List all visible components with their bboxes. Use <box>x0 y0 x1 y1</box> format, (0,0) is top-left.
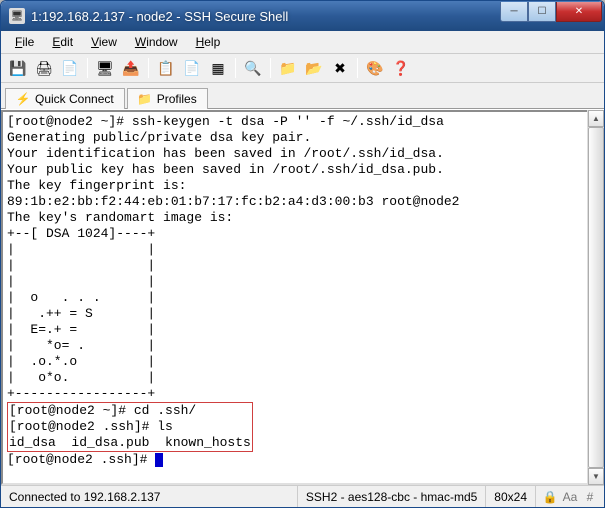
scroll-thumb[interactable] <box>588 127 604 468</box>
toolbar: 💾 🖨 📄 🖥 📤 📋 📄 ▦ 🔍 📁 📂 ✖ 🎨 ❓ <box>1 54 604 83</box>
scroll-down-button[interactable]: ▼ <box>588 468 604 485</box>
colors-icon[interactable]: 🎨 <box>364 57 386 79</box>
separator <box>235 58 236 78</box>
window-title: 1:192.168.2.137 - node2 - SSH Secure She… <box>31 9 500 24</box>
terminal[interactable]: [root@node2 ~]# ssh-keygen -t dsa -P '' … <box>1 110 587 485</box>
scroll-up-button[interactable]: ▲ <box>588 110 604 127</box>
help-icon[interactable]: ❓ <box>390 57 412 79</box>
close-button[interactable]: ✕ <box>556 2 602 22</box>
cursor <box>155 453 163 467</box>
status-icons: 🔒 Aa # <box>536 489 604 505</box>
status-lock-icon: 🔒 <box>542 489 558 505</box>
folder2-icon[interactable]: 📂 <box>303 57 325 79</box>
folder1-icon[interactable]: 📁 <box>277 57 299 79</box>
separator <box>148 58 149 78</box>
menu-edit[interactable]: Edit <box>44 33 81 51</box>
menu-view[interactable]: View <box>83 33 125 51</box>
profiles-icon: 📁 <box>138 92 152 106</box>
separator <box>87 58 88 78</box>
copy-icon[interactable]: 📋 <box>155 57 177 79</box>
terminal-prompt: [root@node2 .ssh]# <box>7 452 155 467</box>
statusbar: Connected to 192.168.2.137 SSH2 - aes128… <box>1 485 604 507</box>
quick-connect-icon: ⚡ <box>16 92 30 106</box>
printview-icon[interactable]: 📄 <box>59 57 81 79</box>
quick-connect-label: Quick Connect <box>35 92 114 106</box>
status-size: 80x24 <box>486 486 536 507</box>
app-window: 🖥 1:192.168.2.137 - node2 - SSH Secure S… <box>0 0 605 508</box>
menu-help[interactable]: Help <box>188 33 229 51</box>
session-tabs: ⚡ Quick Connect 📁 Profiles <box>1 83 604 109</box>
profiles-label: Profiles <box>157 92 197 106</box>
status-num-icon: # <box>582 489 598 505</box>
paste-icon[interactable]: 📄 <box>181 57 203 79</box>
disconnect-icon[interactable]: ✖ <box>329 57 351 79</box>
quick-connect-tab[interactable]: ⚡ Quick Connect <box>5 88 125 109</box>
status-caps-icon: Aa <box>562 489 578 505</box>
print-icon[interactable]: 🖨 <box>33 57 55 79</box>
highlighted-block: [root@node2 ~]# cd .ssh/ [root@node2 .ss… <box>7 402 253 452</box>
find-icon[interactable]: 🔍 <box>242 57 264 79</box>
menu-file[interactable]: File <box>7 33 42 51</box>
app-icon: 🖥 <box>9 8 25 24</box>
menubar: File Edit View Window Help <box>1 31 604 54</box>
terminal-area: [root@node2 ~]# ssh-keygen -t dsa -P '' … <box>1 109 604 485</box>
separator <box>270 58 271 78</box>
scroll-track[interactable] <box>588 127 604 468</box>
separator <box>357 58 358 78</box>
transfer-icon[interactable]: 📤 <box>120 57 142 79</box>
titlebar[interactable]: 🖥 1:192.168.2.137 - node2 - SSH Secure S… <box>1 1 604 31</box>
terminal-output-top: [root@node2 ~]# ssh-keygen -t dsa -P '' … <box>7 114 459 401</box>
save-icon[interactable]: 💾 <box>7 57 29 79</box>
vertical-scrollbar[interactable]: ▲ ▼ <box>587 110 604 485</box>
maximize-button[interactable]: ☐ <box>528 2 556 22</box>
menu-window[interactable]: Window <box>127 33 186 51</box>
status-cipher: SSH2 - aes128-cbc - hmac-md5 <box>298 486 486 507</box>
shell-icon[interactable]: 🖥 <box>94 57 116 79</box>
minimize-button[interactable]: ─ <box>500 2 528 22</box>
profiles-tab[interactable]: 📁 Profiles <box>127 88 208 109</box>
status-connection: Connected to 192.168.2.137 <box>1 486 298 507</box>
grid-icon[interactable]: ▦ <box>207 57 229 79</box>
